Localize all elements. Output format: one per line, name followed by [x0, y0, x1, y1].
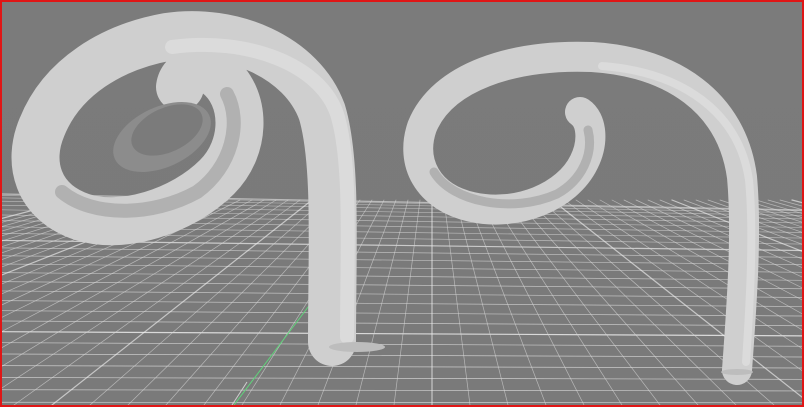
grid-line	[755, 199, 802, 214]
grid-line	[2, 320, 802, 327]
3d-viewport[interactable]	[0, 0, 804, 407]
grid-line	[467, 199, 547, 405]
grid-line	[393, 199, 421, 405]
grid-line	[2, 365, 802, 369]
curled-tube-thick[interactable]	[11, 11, 385, 366]
grid-line	[479, 199, 585, 405]
x-axis-line	[231, 381, 248, 405]
tube-thin-base	[721, 369, 753, 375]
grid-line	[455, 199, 509, 405]
grid-line	[2, 310, 802, 317]
tube-thick-base	[329, 342, 385, 352]
grid-line	[2, 281, 802, 290]
grid-line	[443, 199, 471, 405]
grid-line	[2, 401, 802, 404]
grid-line	[503, 199, 661, 405]
grid-line	[2, 290, 802, 298]
grid-line	[355, 199, 409, 405]
grid-line	[2, 272, 802, 281]
grid-line	[2, 353, 802, 358]
grid-line	[2, 389, 802, 392]
grid-line	[491, 199, 623, 405]
tube-thick-arch	[11, 11, 357, 366]
grid-line	[623, 199, 802, 289]
grid-line	[2, 331, 802, 337]
viewport-canvas[interactable]	[2, 2, 802, 405]
grid-line	[2, 377, 802, 380]
grid-line	[2, 300, 802, 307]
